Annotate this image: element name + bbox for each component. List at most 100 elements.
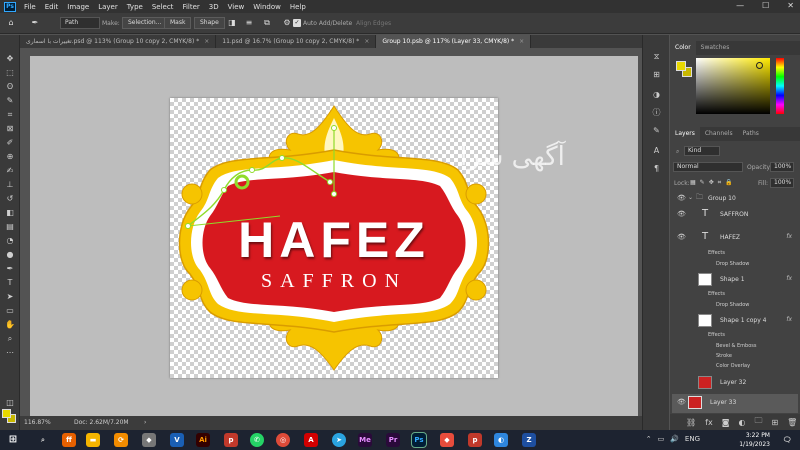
app-icon[interactable]: ◐ bbox=[494, 433, 508, 447]
effect-color-overlay[interactable]: Color Overlay bbox=[716, 363, 750, 369]
menu-help[interactable]: Help bbox=[290, 3, 306, 11]
chevron-down-icon[interactable]: ⌄ bbox=[688, 194, 693, 201]
tab-channels[interactable]: Channels bbox=[700, 127, 738, 141]
menu-3d[interactable]: 3D bbox=[209, 3, 219, 11]
adjustment-layer-icon[interactable]: ◐ bbox=[738, 418, 745, 427]
tab-document-3[interactable]: Group 10.psb @ 117% (Layer 33, CMYK/8) *… bbox=[376, 35, 532, 48]
pen-tool-preset-icon[interactable]: ✒ bbox=[30, 18, 40, 28]
menu-layer[interactable]: Layer bbox=[98, 3, 118, 11]
history-brush-tool-icon[interactable]: ↺ bbox=[4, 193, 16, 205]
dodge-tool-icon[interactable]: ● bbox=[4, 249, 16, 261]
start-menu-icon[interactable]: ⊞ bbox=[6, 433, 20, 447]
color-picker-marker[interactable] bbox=[756, 62, 763, 69]
search-icon[interactable]: ⌕ bbox=[36, 433, 50, 447]
anydesk-icon[interactable]: ◆ bbox=[440, 433, 454, 447]
eye-icon[interactable]: 👁 bbox=[677, 398, 686, 406]
clock[interactable]: 3:22 PM 1/19/2023 bbox=[739, 431, 770, 449]
menu-type[interactable]: Type bbox=[127, 3, 143, 11]
pen-mode-select[interactable]: Path bbox=[60, 17, 100, 29]
tab-paths[interactable]: Paths bbox=[738, 127, 764, 141]
path-alignment-icon[interactable]: ≡ bbox=[244, 18, 254, 28]
move-tool-icon[interactable]: ✥ bbox=[4, 53, 16, 65]
home-icon[interactable]: ⌂ bbox=[6, 18, 16, 28]
quick-select-tool-icon[interactable]: ✎ bbox=[4, 95, 16, 107]
network-icon[interactable]: ▭ bbox=[658, 435, 665, 443]
properties-icon[interactable]: ⊞ bbox=[651, 69, 662, 80]
menu-view[interactable]: View bbox=[228, 3, 245, 11]
tab-layers[interactable]: Layers bbox=[670, 127, 700, 141]
color-panel-foreground-swatch[interactable] bbox=[676, 61, 686, 71]
zoom-tool-icon[interactable]: ⌕ bbox=[4, 333, 16, 345]
marquee-tool-icon[interactable]: ⬚ bbox=[4, 67, 16, 79]
app-icon[interactable]: Z bbox=[522, 433, 536, 447]
info-icon[interactable]: ⓘ bbox=[651, 107, 662, 118]
tab-color[interactable]: Color bbox=[670, 41, 696, 55]
healing-brush-tool-icon[interactable]: ⊕ bbox=[4, 151, 16, 163]
layer-row-layer-33[interactable]: 👁 Layer 33 bbox=[672, 394, 798, 413]
hand-tool-icon[interactable]: ✋ bbox=[4, 319, 16, 331]
brush-settings-icon[interactable]: ✎ bbox=[651, 125, 662, 136]
more-tools-icon[interactable]: ⋯ bbox=[4, 347, 16, 359]
menu-edit[interactable]: Edit bbox=[45, 3, 59, 11]
fx-icon[interactable]: fx bbox=[786, 233, 792, 240]
firefox-icon[interactable]: ff bbox=[62, 433, 76, 447]
photoshop-taskbar-icon[interactable]: Ps bbox=[411, 432, 427, 448]
browser-icon[interactable]: ⟳ bbox=[114, 433, 128, 447]
close-icon[interactable]: × bbox=[519, 38, 524, 45]
history-icon[interactable]: ⧖ bbox=[651, 51, 662, 62]
make-shape-button[interactable]: Shape bbox=[194, 17, 225, 29]
effect-drop-shadow[interactable]: Drop Shadow bbox=[716, 302, 749, 308]
menu-window[interactable]: Window bbox=[253, 3, 281, 11]
gradient-tool-icon[interactable]: ▤ bbox=[4, 221, 16, 233]
maximize-button[interactable]: ☐ bbox=[762, 1, 769, 10]
foreground-color-swatch[interactable] bbox=[2, 409, 11, 418]
effect-bevel-emboss[interactable]: Bevel & Emboss bbox=[716, 343, 756, 349]
illustrator-icon[interactable]: Ai bbox=[196, 433, 210, 447]
clone-stamp-tool-icon[interactable]: ⊥ bbox=[4, 179, 16, 191]
brush-tool-icon[interactable]: ✍ bbox=[4, 165, 16, 177]
eyedropper-tool-icon[interactable]: ✐ bbox=[4, 137, 16, 149]
layer-filter-kind-select[interactable]: Kind bbox=[684, 146, 720, 156]
layer-row-saffron[interactable]: 👁 T SAFFRON bbox=[672, 206, 798, 226]
new-group-icon[interactable]: 🗀 bbox=[754, 415, 762, 429]
path-selection-tool-icon[interactable]: ➤ bbox=[4, 291, 16, 303]
crop-tool-icon[interactable]: ⌗ bbox=[4, 109, 16, 121]
fx-icon[interactable]: fx bbox=[786, 316, 792, 323]
zoom-level[interactable]: 116.87% bbox=[24, 416, 51, 430]
whatsapp-icon[interactable]: ✆ bbox=[250, 433, 264, 447]
pinterest-icon[interactable]: p bbox=[224, 433, 238, 447]
eye-icon[interactable]: 👁 bbox=[677, 194, 686, 202]
chrome-icon[interactable]: ◎ bbox=[276, 433, 290, 447]
notifications-icon[interactable]: 🗨 bbox=[780, 433, 794, 447]
menu-image[interactable]: Image bbox=[67, 3, 89, 11]
fill-input[interactable]: 100% bbox=[770, 178, 794, 188]
make-selection-button[interactable]: Selection... bbox=[122, 17, 168, 29]
tab-swatches[interactable]: Swatches bbox=[696, 41, 735, 55]
make-mask-button[interactable]: Mask bbox=[164, 17, 192, 29]
language-indicator[interactable]: ENG bbox=[685, 435, 700, 443]
type-tool-icon[interactable]: T bbox=[4, 277, 16, 289]
tab-document-1[interactable]: تغییرات با اسماری.psd @ 113% (Group 10 c… bbox=[20, 35, 217, 48]
frame-tool-icon[interactable]: ⊠ bbox=[4, 123, 16, 135]
tab-document-2[interactable]: 11.psd @ 16.7% (Group 10 copy 2, CMYK/8)… bbox=[216, 35, 377, 48]
premiere-icon[interactable]: Pr bbox=[386, 433, 400, 447]
minimize-button[interactable]: — bbox=[736, 1, 744, 10]
file-explorer-icon[interactable]: ▬ bbox=[86, 433, 100, 447]
document-canvas[interactable]: HAFEZ SAFFRON bbox=[170, 98, 498, 378]
character-icon[interactable]: ¶ bbox=[651, 163, 662, 174]
app-icon[interactable]: p bbox=[468, 433, 482, 447]
menu-select[interactable]: Select bbox=[152, 3, 174, 11]
path-arrangement-icon[interactable]: ⧉ bbox=[262, 18, 272, 28]
status-menu-arrow-icon[interactable]: › bbox=[144, 416, 146, 430]
telegram-icon[interactable]: ➤ bbox=[332, 433, 346, 447]
layer-row-shape-1[interactable]: Shape 1 fx bbox=[672, 271, 798, 291]
menu-filter[interactable]: Filter bbox=[182, 3, 199, 11]
gear-icon[interactable]: ⚙ bbox=[282, 18, 292, 28]
menu-file[interactable]: File bbox=[24, 3, 36, 11]
quick-mask-icon[interactable]: ◫ bbox=[4, 397, 16, 409]
eye-icon[interactable]: 👁 bbox=[677, 233, 686, 241]
add-style-icon[interactable]: fx bbox=[705, 418, 713, 427]
blur-tool-icon[interactable]: ◔ bbox=[4, 235, 16, 247]
close-button[interactable]: ✕ bbox=[787, 1, 794, 10]
app-icon[interactable]: ◆ bbox=[142, 433, 156, 447]
